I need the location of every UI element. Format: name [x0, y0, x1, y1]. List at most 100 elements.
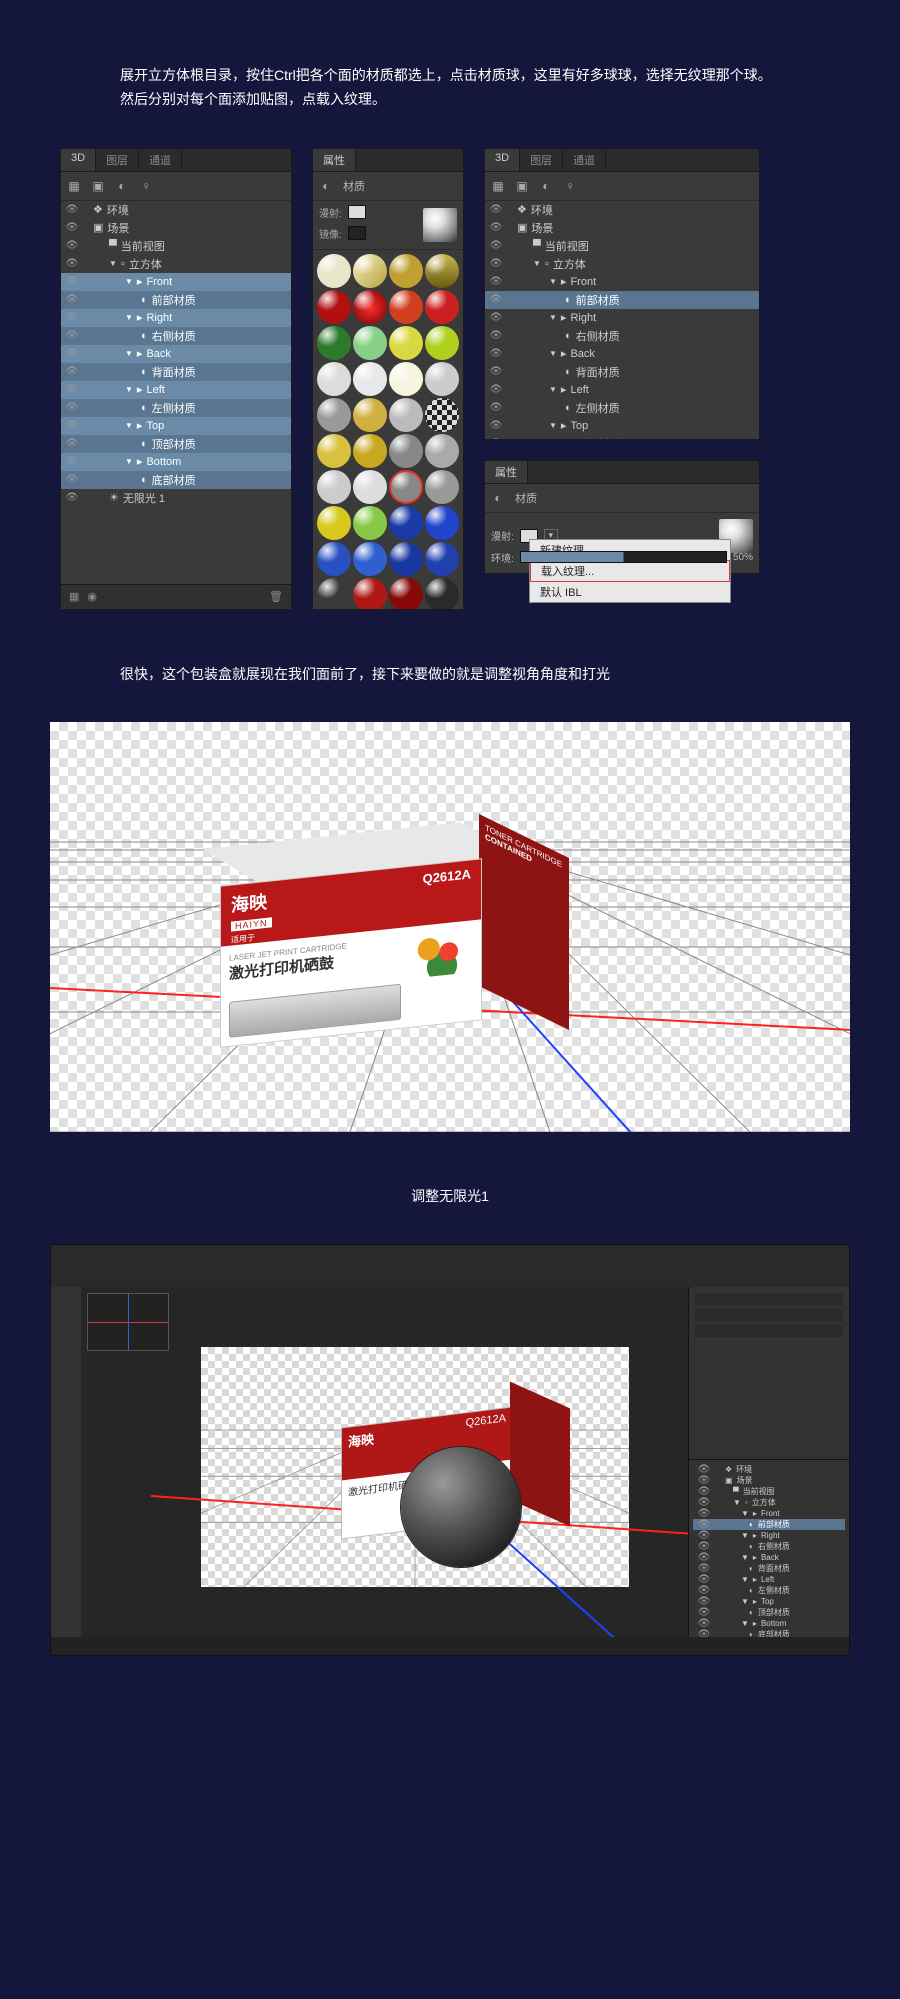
tree-item-底部材质[interactable]: 👁◐底部材质 [61, 471, 291, 489]
material-swatch[interactable] [317, 254, 351, 288]
visibility-eye-icon[interactable]: 👁 [65, 330, 79, 341]
tab-channels[interactable]: 通道 [139, 149, 182, 171]
tree-item-前部材质[interactable]: 👁◐前部材质 [61, 291, 291, 309]
filter-light-icon[interactable]: ♀ [139, 179, 153, 193]
material-swatch[interactable] [317, 362, 351, 396]
visibility-eye-icon[interactable]: 👁 [65, 492, 79, 503]
tab-properties[interactable]: 属性 [313, 149, 356, 171]
visibility-eye-icon[interactable]: 👁 [489, 330, 503, 341]
material-mode-icon[interactable]: ◐ [319, 179, 333, 193]
tree-item-Right[interactable]: 👁▼▸Right [485, 309, 759, 327]
visibility-eye-icon[interactable]: 👁 [489, 204, 503, 215]
tree-item-背面材质[interactable]: 👁◐背面材质 [485, 363, 759, 381]
tree-item-背面材质[interactable]: 👁◐背面材质 [61, 363, 291, 381]
visibility-eye-icon[interactable]: 👁 [697, 1530, 711, 1541]
visibility-eye-icon[interactable]: 👁 [697, 1574, 711, 1585]
render-icon[interactable]: ◉ [87, 590, 97, 603]
visibility-eye-icon[interactable]: 👁 [489, 384, 503, 395]
visibility-eye-icon[interactable]: 👁 [65, 312, 79, 323]
tree-item-左侧材质[interactable]: 👁◐左侧材质 [485, 399, 759, 417]
visibility-eye-icon[interactable]: 👁 [65, 258, 79, 269]
tree-item-左侧材质[interactable]: 👁◐左侧材质 [693, 1585, 845, 1596]
tree-item-当前视图[interactable]: 👁▀当前视图 [693, 1486, 845, 1497]
visibility-eye-icon[interactable]: 👁 [65, 438, 79, 449]
menu-default-ibl[interactable]: 默认 IBL [530, 582, 730, 602]
material-preview-sphere[interactable] [423, 208, 457, 242]
material-swatch[interactable] [317, 506, 351, 540]
tree-item-Left[interactable]: 👁▼▸Left [61, 381, 291, 399]
tree-item-前部材质[interactable]: 👁◐前部材质 [485, 291, 759, 309]
material-swatch[interactable] [389, 470, 423, 504]
tab-layers[interactable]: 图层 [96, 149, 139, 171]
visibility-eye-icon[interactable]: 👁 [65, 294, 79, 305]
visibility-eye-icon[interactable]: 👁 [65, 240, 79, 251]
ps-toolbar[interactable] [51, 1287, 82, 1637]
visibility-eye-icon[interactable]: 👁 [65, 204, 79, 215]
ps-menubar[interactable] [51, 1245, 849, 1288]
visibility-eye-icon[interactable]: 👁 [65, 420, 79, 431]
ps-3d-panel-mini[interactable]: 👁❖环境👁▣场景👁▀当前视图👁▼▫立方体👁▼▸Front👁◐前部材质👁▼▸Rig… [689, 1460, 849, 1655]
visibility-eye-icon[interactable]: 👁 [489, 240, 503, 251]
tree-item-Right[interactable]: 👁▼▸Right [693, 1530, 845, 1541]
material-swatch[interactable] [425, 326, 459, 360]
tree-item-Top[interactable]: 👁▼▸Top [485, 417, 759, 435]
material-swatch[interactable] [389, 434, 423, 468]
material-swatch[interactable] [317, 326, 351, 360]
tree-item-立方体[interactable]: 👁▼▫立方体 [61, 255, 291, 273]
material-swatch[interactable] [353, 542, 387, 576]
ground-plane-icon[interactable]: ▦ [69, 590, 79, 603]
material-swatch[interactable] [389, 254, 423, 288]
visibility-eye-icon[interactable]: 👁 [697, 1464, 711, 1475]
visibility-eye-icon[interactable]: 👁 [489, 222, 503, 233]
material-swatch[interactable] [425, 398, 459, 432]
filter-mesh-icon[interactable]: ▣ [91, 179, 105, 193]
secondary-view[interactable] [87, 1293, 169, 1351]
filter-mesh-icon[interactable]: ▣ [515, 179, 529, 193]
material-swatch[interactable] [425, 254, 459, 288]
tree-item-Back[interactable]: 👁▼▸Back [485, 345, 759, 363]
visibility-eye-icon[interactable]: 👁 [489, 366, 503, 377]
material-swatch[interactable] [317, 398, 351, 432]
visibility-eye-icon[interactable]: 👁 [697, 1585, 711, 1596]
tree-item-环境[interactable]: 👁❖环境 [485, 201, 759, 219]
tree-item-Front[interactable]: 👁▼▸Front [693, 1508, 845, 1519]
specular-swatch[interactable] [348, 226, 366, 240]
tree-item-立方体[interactable]: 👁▼▫立方体 [485, 255, 759, 273]
material-swatch[interactable] [389, 578, 423, 609]
tree-item-顶部材质[interactable]: 👁◐顶部材质 [693, 1607, 845, 1618]
visibility-eye-icon[interactable]: 👁 [65, 474, 79, 485]
light-widget-sphere[interactable] [401, 1447, 521, 1567]
tree-item-Right[interactable]: 👁▼▸Right [61, 309, 291, 327]
tree-item-Back[interactable]: 👁▼▸Back [693, 1552, 845, 1563]
3d-document-view[interactable]: 海映 Q2612A 激光打印机硒鼓 [201, 1347, 629, 1587]
tree-item-Left[interactable]: 👁▼▸Left [485, 381, 759, 399]
tab-properties[interactable]: 属性 [485, 461, 528, 483]
visibility-eye-icon[interactable]: 👁 [697, 1618, 711, 1629]
tree-item-场景[interactable]: 👁▣场景 [61, 219, 291, 237]
visibility-eye-icon[interactable]: 👁 [489, 276, 503, 287]
tree-item-Top[interactable]: 👁▼▸Top [693, 1596, 845, 1607]
visibility-eye-icon[interactable]: 👁 [697, 1552, 711, 1563]
tab-layers[interactable]: 图层 [520, 149, 563, 171]
tree-item-Bottom[interactable]: 👁▼▸Bottom [61, 453, 291, 471]
material-swatch[interactable] [425, 470, 459, 504]
material-swatch[interactable] [353, 398, 387, 432]
tree-item-Bottom[interactable]: 👁▼▸Bottom [693, 1618, 845, 1629]
filter-scene-icon[interactable]: ▦ [67, 179, 81, 193]
visibility-eye-icon[interactable]: 👁 [697, 1541, 711, 1552]
visibility-eye-icon[interactable]: 👁 [65, 276, 79, 287]
tree-item-立方体[interactable]: 👁▼▫立方体 [693, 1497, 845, 1508]
filter-scene-icon[interactable]: ▦ [491, 179, 505, 193]
visibility-eye-icon[interactable]: 👁 [489, 294, 503, 305]
visibility-eye-icon[interactable]: 👁 [65, 222, 79, 233]
filter-material-icon[interactable]: ◐ [115, 179, 129, 193]
diffuse-swatch[interactable] [348, 205, 366, 219]
tree-item-环境[interactable]: 👁❖环境 [61, 201, 291, 219]
tree-item-顶部材质[interactable]: 👁◐顶部材质 [61, 435, 291, 453]
material-swatch[interactable] [425, 290, 459, 324]
material-swatch[interactable] [389, 290, 423, 324]
visibility-eye-icon[interactable]: 👁 [697, 1596, 711, 1607]
visibility-eye-icon[interactable]: 👁 [697, 1508, 711, 1519]
material-swatch[interactable] [317, 290, 351, 324]
material-swatch[interactable] [389, 326, 423, 360]
